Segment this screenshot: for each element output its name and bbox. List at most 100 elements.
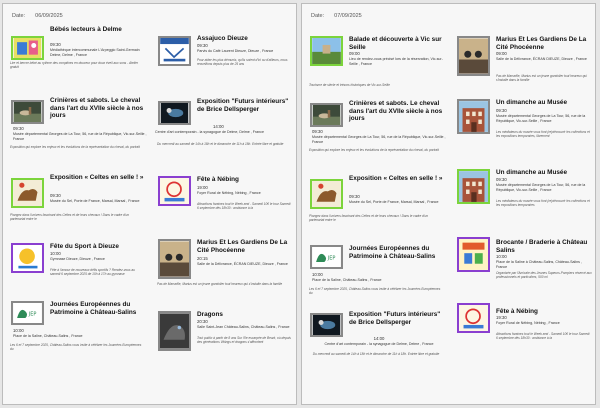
event-title[interactable]: Exposition "Futurs intérieurs" de Brice … <box>197 98 293 113</box>
svg-text:JEP: JEP <box>327 256 336 262</box>
event-title[interactable]: Exposition "Futurs intérieurs" de Brice … <box>349 311 445 326</box>
event-card[interactable]: Exposition "Futurs intérieurs" de Brice … <box>307 308 447 378</box>
event-title[interactable]: Crinières et sabots. Le cheval dans l'ar… <box>349 100 445 123</box>
event-place: Musée départemental Georges de La Tour, … <box>13 132 147 142</box>
event-place: Musée départemental Georges de La Tour, … <box>312 135 446 145</box>
event-thumbnail: JEP <box>11 301 44 325</box>
date-value: 07/09/2025 <box>334 13 362 19</box>
event-title[interactable]: Balade et découverte à Vic sur Seille <box>349 36 445 51</box>
event-time: 09:30 <box>349 194 360 199</box>
event-thumbnail <box>457 99 490 134</box>
event-description: Organisée par l'Amicale des Jeunes Sapeu… <box>496 271 592 279</box>
event-thumbnail <box>11 36 44 60</box>
event-card[interactable]: Crinières et sabots. Le cheval dans l'ar… <box>8 97 148 174</box>
flea-market-poster-icon <box>459 239 488 270</box>
event-time: 10:00 <box>496 254 507 259</box>
event-thumbnail <box>457 169 490 204</box>
event-place: Centre d'art contemporain - la synagogue… <box>324 342 434 347</box>
event-card[interactable]: Exposition "Futurs intérieurs" de Brice … <box>155 98 295 176</box>
event-title[interactable]: Marius Et Les Gardiens De La Cité Phocée… <box>197 239 293 254</box>
event-card[interactable]: Fête à Nébing 19:00 Foyer Rural de Nébin… <box>155 176 295 239</box>
event-card[interactable]: Balade et découverte à Vic sur Seille 09… <box>307 26 447 100</box>
event-title[interactable]: Un dimanche au Musée <box>496 169 592 177</box>
date-label: Date: <box>311 13 325 19</box>
page-date-header: Date: 06/09/2025 <box>12 13 63 19</box>
event-title[interactable]: Journées Européennes du Patrimoine à Châ… <box>50 301 146 316</box>
event-time: 09:00 <box>349 51 360 56</box>
event-card[interactable]: Crinières et sabots. Le cheval dans l'ar… <box>307 100 447 175</box>
event-thumbnail <box>310 179 343 209</box>
event-card[interactable]: Un dimanche au Musée 09:30 Musée départe… <box>454 169 594 237</box>
event-info: 09:30 Parvis du Café Laurent Dieuze, Die… <box>197 43 293 54</box>
event-place: Musée départemental Georges de La Tour, … <box>496 114 586 124</box>
event-description: Attractions foraines tout le Week-end - … <box>496 332 590 340</box>
event-title[interactable]: Journées Européennes du Patrimoine à Châ… <box>349 245 445 260</box>
event-thumbnail <box>158 36 191 66</box>
event-card[interactable]: Brocante / Braderie à Château Salins 10:… <box>454 237 594 303</box>
event-info: 09:30 Médiathèque intercommunale L'Arpeg… <box>50 42 146 58</box>
event-title[interactable]: Assajuco Dieuze <box>197 35 293 43</box>
event-info: 09:30 Musée du Sel, Porte de France, Mar… <box>50 193 146 204</box>
event-card[interactable]: Marius Et Les Gardiens De La Cité Phocée… <box>155 239 295 311</box>
event-card[interactable]: JEP Journées Européennes du Patrimoine à… <box>8 301 148 361</box>
event-description: Pas de Marseille, Marius est un jeune go… <box>157 282 283 286</box>
event-card[interactable]: JEP Journées Européennes du Patrimoine à… <box>307 245 447 308</box>
event-thumbnail <box>457 303 490 333</box>
event-time: 10:00 <box>312 272 323 277</box>
exhibition-image-icon <box>312 315 341 335</box>
event-title[interactable]: Dragons <box>197 311 293 319</box>
event-place: Salle Saint-Jean Château-Salins, Château… <box>197 325 290 330</box>
event-info: 09:00 Lieu de rendez-vous précisé lors d… <box>349 51 445 67</box>
event-place: Place de la Saline, Château-Salins , Fra… <box>13 334 83 339</box>
event-time: 09:30 <box>312 129 323 134</box>
event-description: Les médiateurs du musée vous font (re)dé… <box>496 130 590 138</box>
event-card[interactable]: Dragons 20:30 Salle Saint-Jean Château-S… <box>155 311 295 371</box>
painting-icon <box>312 105 341 125</box>
event-column-right: Assajuco Dieuze 09:30 Parvis du Café Lau… <box>155 26 295 371</box>
event-title[interactable]: Fête du Sport à Dieuze <box>50 243 146 251</box>
event-card[interactable]: Un dimanche au Musée 09:30 Musée départe… <box>454 99 594 169</box>
event-title[interactable]: Un dimanche au Musée <box>496 99 592 107</box>
event-card[interactable]: Fête à Nébing 19:30 Foyer Rural de Nébin… <box>454 303 594 363</box>
event-title[interactable]: Fête à Nébing <box>197 176 293 184</box>
event-title[interactable]: Marius Et Les Gardiens De La Cité Phocée… <box>496 36 592 51</box>
event-time: 09:30 <box>496 108 507 113</box>
event-card[interactable]: Fête du Sport à Dieuze 10:00 Gymnase Die… <box>8 243 148 301</box>
movie-poster-icon <box>160 241 189 277</box>
event-card[interactable]: Marius Et Les Gardiens De La Cité Phocée… <box>454 26 594 99</box>
event-title[interactable]: Crinières et sabots. Le cheval dans l'ar… <box>50 97 146 120</box>
event-time: 10:00 <box>50 251 61 256</box>
horse-poster-icon <box>312 181 341 207</box>
event-place: Centre d'art contemporain - la synagogue… <box>155 130 264 135</box>
event-thumbnail <box>457 36 490 76</box>
event-time: 09:30 <box>197 43 208 48</box>
event-info: 09:30 Musée départemental Georges de La … <box>496 108 592 124</box>
fair-poster-icon <box>459 305 488 331</box>
event-card[interactable]: Bébés lecteurs à Delme 09:30 Médiathèque… <box>8 26 148 97</box>
event-info: 14:00 Centre d'art contemporain - la syn… <box>312 336 446 347</box>
museum-building-icon <box>459 171 488 202</box>
event-description: Plongez dans l'univers fascinant des Cel… <box>10 213 130 221</box>
event-thumbnail <box>11 100 44 124</box>
event-time: 10:00 <box>13 328 24 333</box>
event-description: Les médiateurs du musée vous font (re)dé… <box>496 199 590 207</box>
event-title[interactable]: Bébés lecteurs à Delme <box>50 26 146 34</box>
event-column-right: Marius Et Les Gardiens De La Cité Phocée… <box>454 26 594 363</box>
event-card[interactable]: Assajuco Dieuze 09:30 Parvis du Café Lau… <box>155 26 295 98</box>
heritage-logo-icon: JEP <box>13 303 42 323</box>
event-place: Médiathèque intercommunale L'Arpeggio Sa… <box>50 48 140 58</box>
event-time: 09:30 <box>50 42 61 47</box>
event-time: 09:30 <box>496 177 507 182</box>
event-info: 20:15 Salle de la Délivrance, ÉCRAN DIEU… <box>197 256 293 267</box>
event-info: 10:00 Place de la Saline, Château-Salins… <box>13 328 147 339</box>
event-place: Musée du Sel, Porte de France, Marsal, M… <box>349 200 439 205</box>
event-title[interactable]: Brocante / Braderie à Château Salins <box>496 239 592 254</box>
event-card[interactable]: Exposition « Celtes en selle ! » 09:30 M… <box>8 174 148 243</box>
event-card[interactable]: Exposition « Celtes en selle ! » 09:30 M… <box>307 175 447 245</box>
event-title[interactable]: Exposition « Celtes en selle ! » <box>349 175 445 183</box>
event-title[interactable]: Fête à Nébing <box>496 308 592 316</box>
event-thumbnail <box>310 36 343 66</box>
book-icon <box>13 38 42 58</box>
event-title[interactable]: Exposition « Celtes en selle ! » <box>50 174 146 182</box>
event-time: 14:00 <box>213 124 224 129</box>
